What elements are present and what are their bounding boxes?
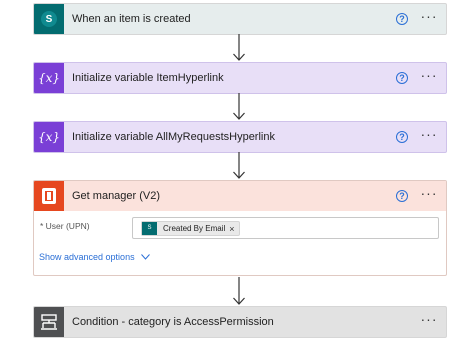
connector-arrow [233,152,245,179]
trigger-card[interactable]: S When an item is created ? ··· [33,3,447,35]
office-tile [34,181,64,211]
variable-icon: {x} [37,71,61,85]
help-icon[interactable]: ? [396,72,408,84]
user-upn-row: * User (UPN) S Created By Email × [34,217,446,239]
token-label: Created By Email [163,224,226,233]
init-variable-itemhyperlink-card[interactable]: {x} Initialize variable ItemHyperlink ? … [33,62,447,94]
sharepoint-icon: S [41,11,57,27]
init-variable-header[interactable]: {x} Initialize variable AllMyRequestsHyp… [34,122,446,152]
help-icon[interactable]: ? [396,13,408,25]
variable-tile: {x} [34,122,64,152]
step-title: Condition - category is AccessPermission [72,316,274,328]
condition-icon [41,314,57,330]
chevron-down-icon [140,254,150,260]
variable-icon: {x} [37,130,61,144]
more-options-icon[interactable]: ··· [420,186,438,202]
show-advanced-options-link[interactable]: Show advanced options [39,252,150,262]
get-manager-header[interactable]: Get manager (V2) ? ··· [34,181,446,211]
connector-arrow [233,34,245,61]
advanced-options-label: Show advanced options [39,252,135,262]
condition-tile [34,307,64,337]
help-icon[interactable]: ? [396,190,408,202]
sharepoint-tile: S [34,4,64,34]
more-options-icon[interactable]: ··· [420,68,438,84]
condition-header[interactable]: Condition - category is AccessPermission… [34,307,446,337]
connector-arrow [233,277,245,305]
get-manager-card[interactable]: Get manager (V2) ? ··· * User (UPN) S Cr… [33,180,447,276]
trigger-header[interactable]: S When an item is created ? ··· [34,4,446,34]
step-title: Initialize variable ItemHyperlink [72,72,224,84]
sharepoint-icon: S [142,222,157,235]
condition-card[interactable]: Condition - category is AccessPermission… [33,306,447,338]
init-variable-header[interactable]: {x} Initialize variable ItemHyperlink ? … [34,63,446,93]
init-variable-allmyrequests-card[interactable]: {x} Initialize variable AllMyRequestsHyp… [33,121,447,153]
dynamic-content-token[interactable]: S Created By Email × [141,221,240,236]
step-title: Initialize variable AllMyRequestsHyperli… [72,131,275,143]
user-upn-input[interactable]: S Created By Email × [132,217,439,239]
more-options-icon[interactable]: ··· [420,127,438,143]
user-upn-label: * User (UPN) [40,221,90,231]
step-title: Get manager (V2) [72,190,161,202]
variable-tile: {x} [34,63,64,93]
more-options-icon[interactable]: ··· [420,312,438,328]
step-title: When an item is created [72,13,191,25]
office-icon [42,188,56,204]
connector-arrow [233,93,245,120]
more-options-icon[interactable]: ··· [420,9,438,25]
help-icon[interactable]: ? [396,131,408,143]
remove-token-icon[interactable]: × [229,224,238,234]
